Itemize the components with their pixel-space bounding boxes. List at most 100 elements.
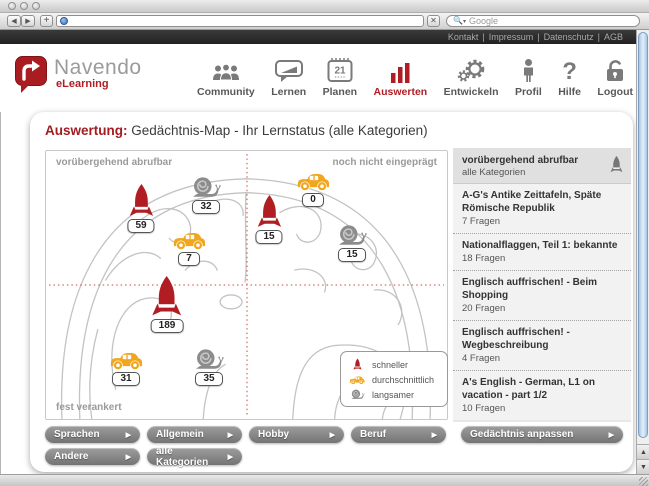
scrollbar-thumb[interactable] xyxy=(638,32,648,438)
button-label: Sprachen xyxy=(54,429,100,440)
main-nav: Community Lernen 21 Planen Auswerten Ent… xyxy=(197,55,633,98)
snail-icon xyxy=(337,224,367,247)
nav-label: Community xyxy=(197,86,255,98)
category-button-beruf[interactable]: Beruf ▶ xyxy=(351,426,446,443)
address-bar[interactable] xyxy=(56,15,424,27)
sidebar-list: A-G's Antike Zeittafeln, Späte Römische … xyxy=(453,184,631,420)
lesson-question-count: 18 Fragen xyxy=(462,253,506,264)
resize-grip[interactable] xyxy=(639,477,648,486)
button-label: Hobby xyxy=(258,429,290,440)
sidebar-list-item[interactable]: Englisch auffrischen! - Beim Shopping 20… xyxy=(453,270,631,320)
map-marker-rocket[interactable]: 15 xyxy=(255,195,283,244)
category-button-sprachen[interactable]: Sprachen ▶ xyxy=(45,426,140,443)
window-titlebar xyxy=(0,0,649,13)
link-impressum[interactable]: Impressum xyxy=(489,32,534,42)
arrow-right-icon: ▶ xyxy=(227,453,233,461)
nav-item-logout[interactable]: Logout xyxy=(597,55,633,98)
category-button-andere[interactable]: Andere ▶ xyxy=(45,448,140,465)
button-label: Beruf xyxy=(360,429,387,440)
car-icon xyxy=(109,350,143,371)
map-marker-car[interactable]: 0 xyxy=(296,171,330,207)
map-marker-snail[interactable]: 15 xyxy=(337,224,367,262)
page-title: Auswertung: Gedächtnis-Map - Ihr Lernsta… xyxy=(45,123,428,138)
arrow-right-icon: ▶ xyxy=(329,431,335,439)
category-button-allgemein[interactable]: Allgemein ▶ xyxy=(147,426,242,443)
page-title-label: Auswertung: xyxy=(45,123,128,138)
map-marker-snail[interactable]: 32 xyxy=(191,176,221,214)
rocket-icon xyxy=(151,276,183,318)
arrow-right-icon: ▶ xyxy=(431,431,437,439)
globe-icon xyxy=(60,17,68,25)
sidebar-list-item[interactable]: A-G's Antike Zeittafeln, Späte Römische … xyxy=(453,184,631,233)
new-tab-button[interactable]: + xyxy=(40,15,53,27)
search-input[interactable]: 🔍▾ Google xyxy=(446,15,640,27)
nav-item-hilfe[interactable]: ? Hilfe xyxy=(558,55,581,98)
category-button-alle-kategorien[interactable]: alle Kategorien ▶ xyxy=(147,446,242,468)
link-agb[interactable]: AGB xyxy=(604,32,623,42)
brand-logo[interactable]: Navendo eLearning xyxy=(15,56,142,93)
vertical-scrollbar[interactable]: ▲ ▼ xyxy=(636,30,649,474)
map-marker-rocket[interactable]: 189 xyxy=(150,276,184,333)
forward-button[interactable]: ▶ xyxy=(21,15,35,27)
lesson-title: Englisch auffrischen! - Wegbeschreibung xyxy=(462,327,570,351)
scroll-up-button[interactable]: ▲ xyxy=(637,444,649,459)
nav-item-entwickeln[interactable]: Entwickeln xyxy=(444,55,499,98)
marker-value: 31 xyxy=(112,372,140,386)
nav-label: Planen xyxy=(322,86,358,98)
marker-value: 35 xyxy=(195,372,223,386)
map-marker-car[interactable]: 7 xyxy=(172,230,206,266)
sidebar-list-item[interactable]: Englisch auffrischen! - Wegbeschreibung … xyxy=(453,320,631,370)
arrow-right-icon: ▶ xyxy=(125,431,131,439)
sidebar-list-item[interactable]: A's English - German, L1 on vacation - p… xyxy=(453,370,631,420)
link-kontakt[interactable]: Kontakt xyxy=(448,32,479,42)
question-mark-icon: ? xyxy=(562,58,577,86)
stop-button[interactable]: ✕ xyxy=(427,15,440,27)
nav-label: Logout xyxy=(597,86,633,98)
quadrant-label-top-right: noch nicht eingeprägt xyxy=(332,157,437,168)
nav-item-community[interactable]: Community xyxy=(197,55,255,98)
arrow-right-icon: ▶ xyxy=(125,453,131,461)
forward-icon: ▶ xyxy=(25,17,31,25)
app-header: Navendo eLearning Community Lernen 21 Pl… xyxy=(0,44,649,112)
link-separator: | xyxy=(597,32,600,42)
nav-item-auswerten[interactable]: Auswerten xyxy=(374,55,427,98)
back-button[interactable]: ◀ xyxy=(7,15,21,27)
legend-label: durchschnittlich xyxy=(372,375,435,385)
arrow-right-icon: ▶ xyxy=(227,431,233,439)
adjust-memory-button[interactable]: Gedächtnis anpassen ▶ xyxy=(461,426,623,443)
button-label: Andere xyxy=(54,451,89,462)
lesson-question-count: 20 Fragen xyxy=(462,303,506,314)
map-marker-rocket[interactable]: 59 xyxy=(127,184,155,233)
search-placeholder: Google xyxy=(468,16,499,26)
category-sidebar: vorübergehend abrufbar alle Kategorien A… xyxy=(453,148,631,443)
scroll-down-button[interactable]: ▼ xyxy=(637,459,649,474)
nav-label: Profil xyxy=(514,86,542,98)
sidebar-list-item[interactable]: Nationalflaggen, Teil 1: bekannte 18 Fra… xyxy=(453,233,631,270)
lesson-title: A's English - German, L1 on vacation - p… xyxy=(462,377,595,401)
map-marker-car[interactable]: 31 xyxy=(109,350,143,386)
whiteboard-icon xyxy=(274,55,303,83)
snail-icon xyxy=(350,389,365,400)
plus-icon: + xyxy=(43,15,50,26)
marker-value: 189 xyxy=(150,319,184,333)
map-marker-snail[interactable]: 35 xyxy=(194,348,224,386)
link-datenschutz[interactable]: Datenschutz xyxy=(544,32,594,42)
nav-item-lernen[interactable]: Lernen xyxy=(271,55,306,98)
navendo-logo-icon xyxy=(15,56,48,93)
top-link-bar: Kontakt | Impressum | Datenschutz | AGB xyxy=(0,30,649,44)
sidebar-header: vorübergehend abrufbar alle Kategorien xyxy=(453,148,631,184)
search-icon[interactable]: 🔍▾ xyxy=(453,17,466,26)
link-separator: | xyxy=(482,32,485,42)
window-close-button[interactable] xyxy=(8,2,16,10)
search-menu-icon: ▾ xyxy=(462,19,466,25)
community-icon xyxy=(211,55,241,83)
nav-item-planen[interactable]: 21 Planen xyxy=(323,55,357,98)
window-zoom-button[interactable] xyxy=(32,2,40,10)
category-button-hobby[interactable]: Hobby ▶ xyxy=(249,426,344,443)
legend-item: schneller xyxy=(348,358,440,371)
nav-item-profil[interactable]: Profil xyxy=(515,55,542,98)
window-minimize-button[interactable] xyxy=(20,2,28,10)
marker-value: 59 xyxy=(127,219,155,233)
close-icon: ✕ xyxy=(430,16,437,25)
arrow-right-icon: ▶ xyxy=(608,431,614,439)
